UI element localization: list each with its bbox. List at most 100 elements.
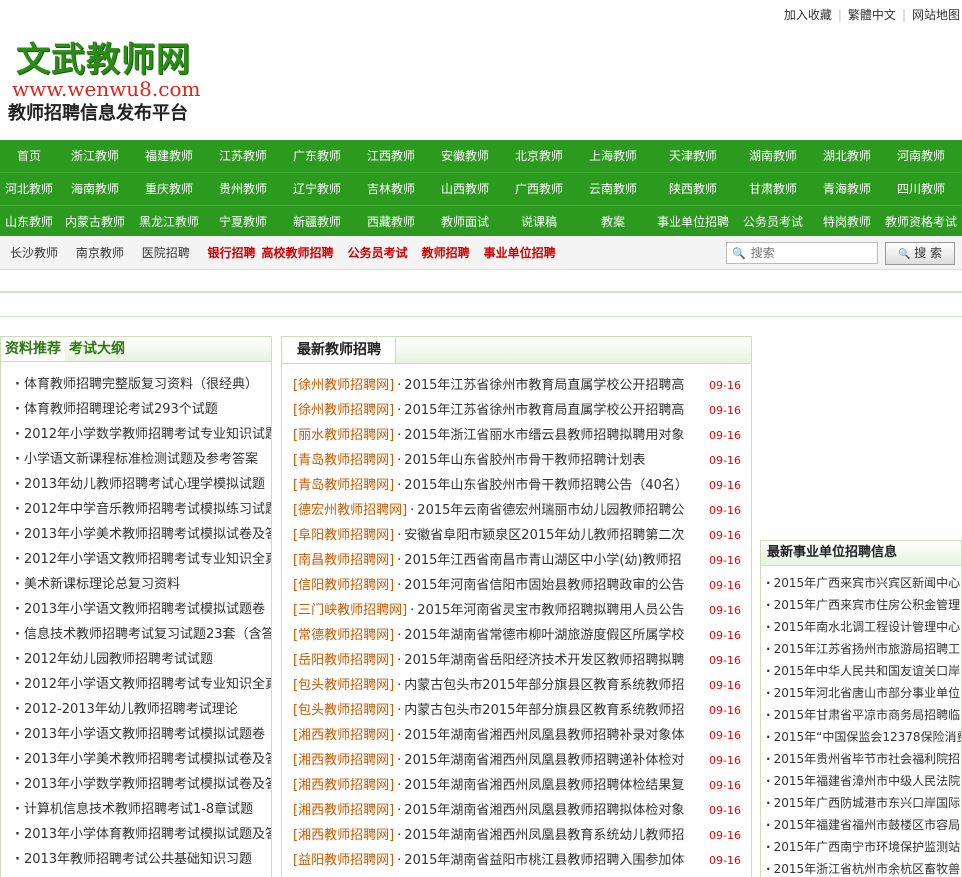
job-title-link[interactable]: 内蒙古包头市2015年部分旗县区教育系统教师招 <box>404 673 698 698</box>
category-link[interactable]: [南昌教师招聘网] <box>293 553 394 568</box>
job-title-link[interactable]: 2015年湖南省岳阳经济技术开发区教师招聘拟聘 <box>404 648 698 673</box>
category-link[interactable]: [三门峡教师招聘网] <box>293 603 407 618</box>
category-link[interactable]: [信阳教师招聘网] <box>293 578 394 593</box>
list-item[interactable]: 体育教师招聘理论考试293个试题 <box>1 397 271 422</box>
nav-item[interactable]: 贵州教师 <box>206 173 280 205</box>
nav-item[interactable]: 新疆教师 <box>280 206 354 238</box>
nav-item[interactable]: 西藏教师 <box>354 206 428 238</box>
list-item[interactable]: 2013年幼儿教师招聘考试心理学模拟试题 <box>1 472 271 497</box>
nav-item[interactable]: 上海教师 <box>576 140 650 172</box>
list-item[interactable]: 2015年广西来宾市兴宾区新闻中心 <box>761 572 961 594</box>
list-item[interactable]: 2013年教师招聘考试公共基础知识习题 <box>1 847 271 872</box>
site-logo[interactable]: 文武教师网 www.wenwu8.com 教师招聘信息发布平台 <box>8 40 268 130</box>
nav-item[interactable]: 四川教师 <box>884 173 958 205</box>
list-item[interactable]: 2015年江苏省扬州市旅游局招聘工 <box>761 638 961 660</box>
nav-item[interactable]: 云南教师 <box>576 173 650 205</box>
list-item[interactable]: 体育教师招聘完整版复习资料（很经典） <box>1 372 271 397</box>
job-title-link[interactable]: 安徽省阜阳市颍泉区2015年幼儿教师招聘第二次 <box>404 523 698 548</box>
nav-item[interactable]: 教师资格考试 <box>884 206 958 238</box>
list-item[interactable]: 2012年小学语文教师招聘考试专业知识全真试题 <box>1 547 271 572</box>
list-item[interactable]: 2015年贵州省毕节市社会福利院招 <box>761 748 961 770</box>
nav-item[interactable]: 说课稿 <box>502 206 576 238</box>
list-item[interactable]: 信息技术教师招聘考试复习试题23套（含答案） <box>1 622 271 647</box>
category-link[interactable]: [湘西教师招聘网] <box>293 803 394 818</box>
list-item[interactable]: 2015年甘肃省平凉市商务局招聘临 <box>761 704 961 726</box>
category-link[interactable]: [丽水教师招聘网] <box>293 428 394 443</box>
category-link[interactable]: [阜阳教师招聘网] <box>293 528 394 543</box>
category-link[interactable]: [湘西教师招聘网] <box>293 753 394 768</box>
category-link[interactable]: [徐州教师招聘网] <box>293 378 394 393</box>
sitemap-link[interactable]: 网站地图 <box>912 8 960 22</box>
list-item[interactable]: 2012年小学语文教师招聘考试专业知识全真 <box>1 672 271 697</box>
nav-item[interactable]: 北京教师 <box>502 140 576 172</box>
nav-item[interactable]: 重庆教师 <box>132 173 206 205</box>
nav-item[interactable]: 教案 <box>576 206 650 238</box>
nav-item[interactable]: 安徽教师 <box>428 140 502 172</box>
job-title-link[interactable]: 2015年山东省胶州市骨干教师招聘计划表 <box>404 448 698 473</box>
nav-item[interactable]: 甘肃教师 <box>736 173 810 205</box>
nav-item[interactable]: 福建教师 <box>132 140 206 172</box>
nav-item[interactable]: 教师面试 <box>428 206 502 238</box>
search-button[interactable]: 🔍 搜 索 <box>885 242 955 265</box>
list-item[interactable]: 2013年小学语文教师招聘考试模拟试题卷 <box>1 722 271 747</box>
list-item[interactable]: 2013年小学数学教师招聘考试模拟试卷及答案 <box>1 772 271 797</box>
tab-resources[interactable]: 资料推荐 <box>1 337 65 361</box>
job-title-link[interactable]: 2015年湖南省湘西州凤凰县教师招聘体检结果复 <box>404 773 698 798</box>
list-item[interactable]: 美术新课标理论总复习资料 <box>1 572 271 597</box>
category-link[interactable]: [徐州教师招聘网] <box>293 403 394 418</box>
list-item[interactable]: 2015年浙江省杭州市余杭区畜牧兽 <box>761 858 961 877</box>
job-title-link[interactable]: 2015年江苏省徐州市教育局直属学校公开招聘高 <box>404 373 698 398</box>
job-title-link[interactable]: 2015年河南省信阳市固始县教师招聘政审的公告 <box>404 573 698 598</box>
list-item[interactable]: 2013年小学体育教师招聘考试模拟试题及答案 <box>1 822 271 847</box>
search-box[interactable]: 🔍 <box>726 242 878 264</box>
list-item[interactable]: 小学语文新课程标准检测试题及参考答案 <box>1 447 271 472</box>
category-link[interactable]: [湘西教师招聘网] <box>293 778 394 793</box>
category-link[interactable]: [常德教师招聘网] <box>293 628 394 643</box>
nav-item[interactable]: 吉林教师 <box>354 173 428 205</box>
job-title-link[interactable]: 内蒙古包头市2015年部分旗县区教育系统教师招 <box>404 698 698 723</box>
job-title-link[interactable]: 2015年山东省胶州市骨干教师招聘公告（40名） <box>404 473 698 498</box>
sub-nav-link[interactable]: 南京教师 <box>76 246 124 260</box>
list-item[interactable]: 2015年“中国保监会12378保险消费 <box>761 726 961 748</box>
nav-item[interactable]: 青海教师 <box>810 173 884 205</box>
job-title-link[interactable]: 2015年湖南省湘西州凤凰县教师招聘补录对象体 <box>404 723 698 748</box>
hot-link[interactable]: 银行招聘 <box>208 246 256 260</box>
job-title-link[interactable]: 2015年浙江省丽水市缙云县教师招聘拟聘用对象 <box>404 423 698 448</box>
category-link[interactable]: [包头教师招聘网] <box>293 678 394 693</box>
list-item[interactable]: 2015年福建省福州市鼓楼区市容局 <box>761 814 961 836</box>
list-item[interactable]: 2012年幼儿园教师招聘考试试题 <box>1 647 271 672</box>
nav-item[interactable]: 山西教师 <box>428 173 502 205</box>
nav-item[interactable]: 内蒙古教师 <box>58 206 132 238</box>
job-title-link[interactable]: 2015年湖南省湘西州凤凰县教师招聘拟体检对象 <box>404 798 698 823</box>
nav-item[interactable]: 陕西教师 <box>650 173 736 205</box>
job-title-link[interactable]: 2015年湖南省常德市柳叶湖旅游度假区所属学校 <box>404 623 698 648</box>
category-link[interactable]: [包头教师招聘网] <box>293 703 394 718</box>
sub-nav-link[interactable]: 医院招聘 <box>142 246 190 260</box>
list-item[interactable]: 2015年河北省唐山市部分事业单位 <box>761 682 961 704</box>
nav-item[interactable]: 天津教师 <box>650 140 736 172</box>
traditional-chinese-link[interactable]: 繁體中文 <box>848 8 896 22</box>
list-item[interactable]: 2015年中华人民共和国友谊关口岸 <box>761 660 961 682</box>
nav-item[interactable]: 河北教师 <box>0 173 58 205</box>
hot-link[interactable]: 事业单位招聘 <box>484 246 556 260</box>
job-title-link[interactable]: 2015年江苏省徐州市教育局直属学校公开招聘高 <box>404 398 698 423</box>
list-item[interactable]: 2012年小学数学教师招聘考试专业知识试题 <box>1 422 271 447</box>
list-item[interactable]: 2012-2013年幼儿教师招聘考试理论 <box>1 697 271 722</box>
nav-item[interactable]: 海南教师 <box>58 173 132 205</box>
hot-link[interactable]: 高校教师招聘 <box>262 246 334 260</box>
search-input[interactable] <box>748 245 853 261</box>
nav-item[interactable]: 宁夏教师 <box>206 206 280 238</box>
nav-item[interactable]: 江苏教师 <box>206 140 280 172</box>
category-link[interactable]: [岳阳教师招聘网] <box>293 653 394 668</box>
job-title-link[interactable]: 2015年河南省灵宝市教师招聘拟聘用人员公告 <box>417 598 711 623</box>
nav-item[interactable]: 辽宁教师 <box>280 173 354 205</box>
category-link[interactable]: [湘西教师招聘网] <box>293 728 394 743</box>
list-item[interactable]: 2013年小学语文教师招聘考试模拟试题卷 <box>1 597 271 622</box>
nav-item[interactable]: 浙江教师 <box>58 140 132 172</box>
category-link[interactable]: [湘西教师招聘网] <box>293 828 394 843</box>
nav-item[interactable]: 首页 <box>0 140 58 172</box>
nav-item[interactable]: 山东教师 <box>0 206 58 238</box>
nav-item[interactable]: 广东教师 <box>280 140 354 172</box>
nav-item[interactable]: 黑龙江教师 <box>132 206 206 238</box>
nav-item[interactable]: 河南教师 <box>884 140 958 172</box>
